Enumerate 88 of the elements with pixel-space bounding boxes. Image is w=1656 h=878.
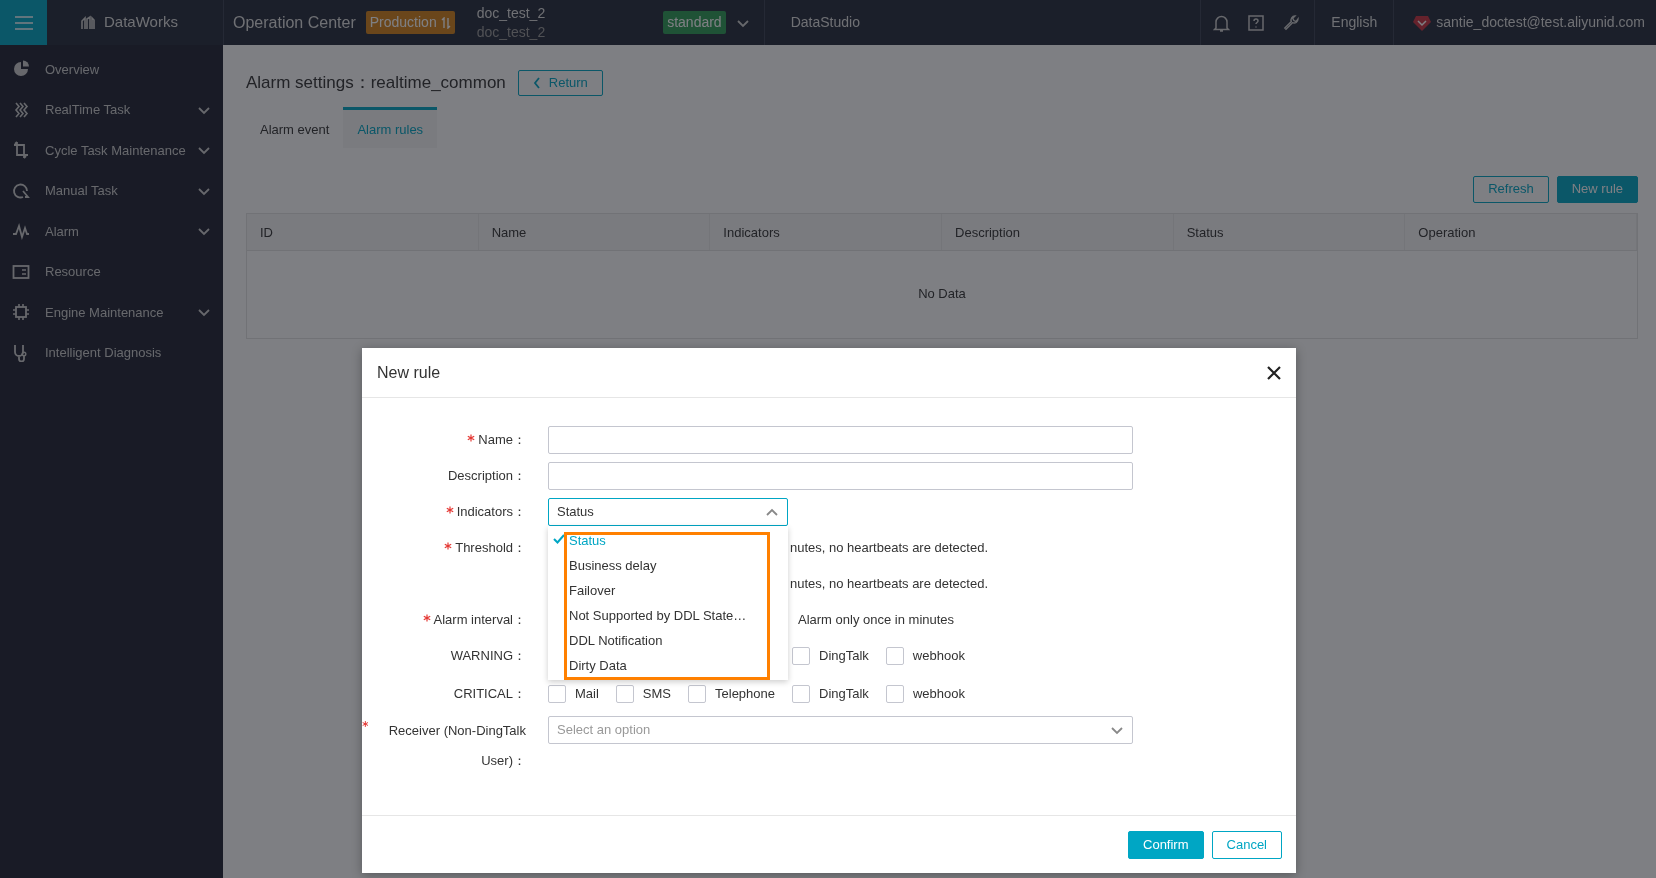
empty-message: No Data — [918, 285, 966, 304]
checkbox-label: webhook — [912, 647, 965, 666]
dialog-title: New rule — [377, 362, 441, 383]
select-field[interactable]: Select an option — [548, 716, 1133, 744]
column-header: Status — [1173, 213, 1406, 250]
tab[interactable]: Alarm rules — [343, 107, 438, 148]
checkbox[interactable] — [615, 685, 634, 703]
chevron-down-icon — [1110, 724, 1124, 736]
field-label: Name： — [478, 431, 526, 450]
checkbox[interactable] — [792, 685, 810, 703]
sidebar-item[interactable]: Alarm — [0, 211, 223, 252]
checkbox-label: DingTalk — [819, 647, 869, 666]
text-field[interactable] — [548, 462, 1133, 490]
logo-icon — [80, 14, 96, 31]
checkbox-label: SMS — [642, 685, 671, 704]
checkbox[interactable] — [792, 647, 810, 665]
checkbox[interactable] — [688, 685, 706, 703]
field-label: CRITICAL： — [453, 685, 526, 704]
dropdown-option[interactable]: DDL Notification — [548, 628, 788, 653]
help-icon[interactable] — [1247, 13, 1266, 32]
nav-icon — [12, 141, 30, 160]
field-label: Description： — [447, 467, 526, 486]
language-link[interactable]: English — [1331, 12, 1378, 33]
dropdown-option[interactable]: Status — [548, 528, 788, 553]
close-icon[interactable] — [1267, 365, 1281, 380]
field-label: Indicators： — [456, 503, 526, 522]
checkbox-label: DingTalk — [819, 685, 869, 704]
return-button[interactable]: Return — [517, 70, 603, 96]
sidebar-item[interactable]: Overview — [0, 49, 223, 90]
nav-icon — [12, 262, 30, 281]
sidebar-item[interactable]: RealTime Task — [0, 89, 223, 130]
sidebar-item[interactable]: Engine Maintenance — [0, 292, 223, 333]
heart-icon — [1412, 13, 1433, 32]
dropdown-option[interactable]: Dirty Data — [548, 653, 788, 678]
checkbox-label: Telephone — [715, 685, 775, 704]
swap-icon — [440, 16, 451, 29]
column-header: Indicators — [710, 213, 942, 250]
checkbox[interactable] — [885, 685, 904, 703]
check-icon — [553, 534, 565, 544]
sidebar-item[interactable]: Intelligent Diagnosis — [0, 332, 223, 373]
checkbox[interactable] — [548, 685, 566, 703]
field-label: WARNING： — [450, 647, 526, 666]
column-header: Name — [478, 213, 711, 250]
menu-icon — [13, 14, 34, 31]
field-label: Threshold： — [455, 539, 526, 558]
nav-icon — [12, 181, 30, 200]
nav-icon — [12, 60, 30, 79]
menu-button[interactable] — [0, 0, 47, 45]
chevron-up-icon — [765, 506, 779, 518]
action-button[interactable]: New rule — [1556, 175, 1638, 203]
text-field[interactable] — [548, 426, 1133, 454]
mode-badge: standard — [663, 11, 726, 34]
field-text: nutes, no heartbeats are detected. — [790, 576, 989, 592]
dropdown-option[interactable]: Business delay — [548, 553, 788, 578]
field-label: Alarm interval： — [433, 611, 526, 630]
checkbox[interactable] — [885, 647, 904, 665]
column-header: ID — [247, 213, 479, 250]
module-title: Operation Center — [233, 12, 356, 33]
field-text: Alarm only once in minutes — [798, 612, 955, 628]
user-account[interactable]: santie_doctest@test.aliyunid.com — [1436, 12, 1645, 33]
dialog-button[interactable]: Confirm — [1128, 830, 1204, 859]
column-header: Operation — [1405, 213, 1638, 250]
workspace-name[interactable]: doc_test_2 — [476, 3, 546, 23]
bell-icon[interactable] — [1213, 13, 1231, 32]
environment-badge[interactable]: Production — [365, 11, 455, 34]
dropdown-option[interactable]: Not Supported by DDL State… — [548, 603, 788, 628]
column-header: Description — [942, 213, 1174, 250]
sidebar-item[interactable]: Resource — [0, 251, 223, 292]
dialog-button[interactable]: Cancel — [1211, 830, 1282, 859]
sidebar-item[interactable]: Cycle Task Maintenance — [0, 130, 223, 171]
field-text: nutes, no heartbeats are detected. — [790, 540, 989, 556]
sidebar-item[interactable]: Manual Task — [0, 170, 223, 211]
field-label: Receiver (Non-DingTalk User)： — [387, 722, 526, 770]
checkbox-label: webhook — [912, 685, 965, 704]
nav-icon — [12, 100, 30, 119]
checkbox-label: Mail — [575, 685, 599, 704]
dropdown-option[interactable]: Failover — [548, 578, 788, 603]
page-subject: realtime_common — [370, 72, 506, 95]
tab[interactable]: Alarm event — [246, 107, 344, 148]
nav-icon — [12, 222, 30, 241]
wrench-icon[interactable] — [1282, 13, 1301, 32]
datastudio-link[interactable]: DataStudio — [790, 12, 860, 33]
logo-text: DataWorks — [104, 12, 178, 33]
select-field[interactable]: Status — [548, 498, 788, 526]
page-title: Alarm settings： — [246, 72, 371, 95]
nav-icon — [12, 303, 30, 322]
action-button[interactable]: Refresh — [1473, 175, 1549, 203]
chevron-left-icon — [532, 77, 541, 89]
